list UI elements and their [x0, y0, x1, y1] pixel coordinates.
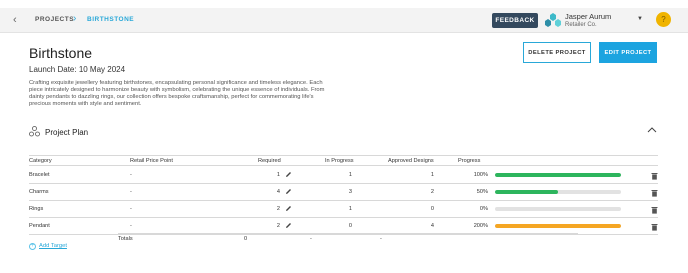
totals-in-progress: -	[310, 236, 312, 242]
row-price: -	[130, 223, 132, 229]
feedback-button[interactable]: FEEDBACK	[492, 13, 538, 28]
column-header-progress: Progress	[458, 158, 481, 164]
row-divider	[29, 183, 658, 184]
trash-icon[interactable]	[651, 206, 658, 214]
row-required: 4	[276, 189, 280, 195]
column-header-required: Required	[258, 158, 281, 164]
row-in-progress: 1	[348, 172, 352, 178]
trash-icon[interactable]	[651, 189, 658, 197]
totals-divider	[118, 233, 578, 234]
progress-bar	[495, 224, 621, 228]
row-progress-text: 0%	[479, 206, 488, 212]
row-required: 2	[276, 206, 280, 212]
back-chevron-icon[interactable]: ‹	[13, 14, 23, 26]
circles-icon	[29, 126, 40, 137]
row-approved: 2	[430, 189, 434, 195]
row-required: 1	[276, 172, 280, 178]
progress-bar-fill	[495, 173, 621, 177]
edit-project-button[interactable]: EDIT PROJECT	[599, 42, 657, 63]
row-category: Rings	[29, 206, 44, 212]
caret-down-icon[interactable]: ▼	[637, 16, 643, 22]
pencil-icon[interactable]	[285, 205, 292, 212]
row-approved: 1	[430, 172, 434, 178]
totals-required: 0	[244, 236, 248, 242]
plus-circle-icon[interactable]: +	[29, 243, 36, 250]
project-description: Crafting exquisite jewellery featuring b…	[29, 80, 325, 107]
pencil-icon[interactable]	[285, 171, 292, 178]
row-category: Charms	[29, 189, 49, 195]
row-divider	[29, 217, 658, 218]
row-approved: 0	[430, 206, 434, 212]
row-in-progress: 1	[348, 206, 352, 212]
progress-bar	[495, 190, 621, 194]
progress-bar-fill	[495, 190, 558, 194]
row-progress-text: 100%	[473, 172, 488, 178]
row-category: Pendant	[29, 223, 50, 229]
column-header-price: Retail Price Point	[130, 158, 173, 164]
breadcrumb-current: BIRTHSTONE	[87, 16, 135, 23]
user-company: Retailer Co.	[565, 22, 597, 28]
table-header-divider	[29, 165, 658, 166]
progress-bar	[495, 173, 621, 177]
row-progress-text: 200%	[473, 223, 488, 229]
trash-icon[interactable]	[651, 172, 658, 180]
breadcrumb-projects[interactable]: PROJECTS	[35, 16, 74, 23]
totals-label: Totals	[118, 236, 133, 242]
column-header-category: Category	[29, 158, 52, 164]
row-price: -	[130, 189, 132, 195]
trash-icon[interactable]	[651, 223, 658, 231]
user-name: Jasper Aurum	[565, 12, 612, 21]
help-button[interactable]: ?	[656, 12, 671, 27]
progress-bar-fill	[495, 224, 621, 228]
row-in-progress: 3	[348, 189, 352, 195]
row-price: -	[130, 172, 132, 178]
chevron-up-icon[interactable]	[647, 126, 657, 134]
row-approved: 4	[430, 223, 434, 229]
column-header-in-progress: In Progress	[325, 158, 354, 164]
row-price: -	[130, 206, 132, 212]
progress-bar	[495, 207, 621, 211]
row-divider	[29, 200, 658, 201]
totals-approved: -	[380, 236, 382, 242]
pencil-icon[interactable]	[285, 222, 292, 229]
row-category: Bracelet	[29, 172, 50, 178]
delete-project-button[interactable]: DELETE PROJECT	[523, 42, 591, 63]
table-top-divider	[29, 155, 658, 156]
row-in-progress: 0	[348, 223, 352, 229]
page-title: Birthstone	[29, 45, 93, 61]
breadcrumb-chevron-icon: ›	[73, 13, 77, 24]
pencil-icon[interactable]	[285, 188, 292, 195]
launch-date: Launch Date: 10 May 2024	[29, 65, 126, 74]
project-plan-title: Project Plan	[45, 128, 89, 137]
row-progress-text: 50%	[476, 189, 488, 195]
row-required: 2	[276, 223, 280, 229]
column-header-approved: Approved Designs	[388, 158, 434, 164]
brand-logo-icon	[545, 13, 561, 27]
add-target-link[interactable]: Add Target	[39, 243, 67, 249]
row-divider	[29, 234, 658, 235]
top-bar: ‹ PROJECTS › BIRTHSTONE FEEDBACK Jasper …	[0, 8, 688, 33]
